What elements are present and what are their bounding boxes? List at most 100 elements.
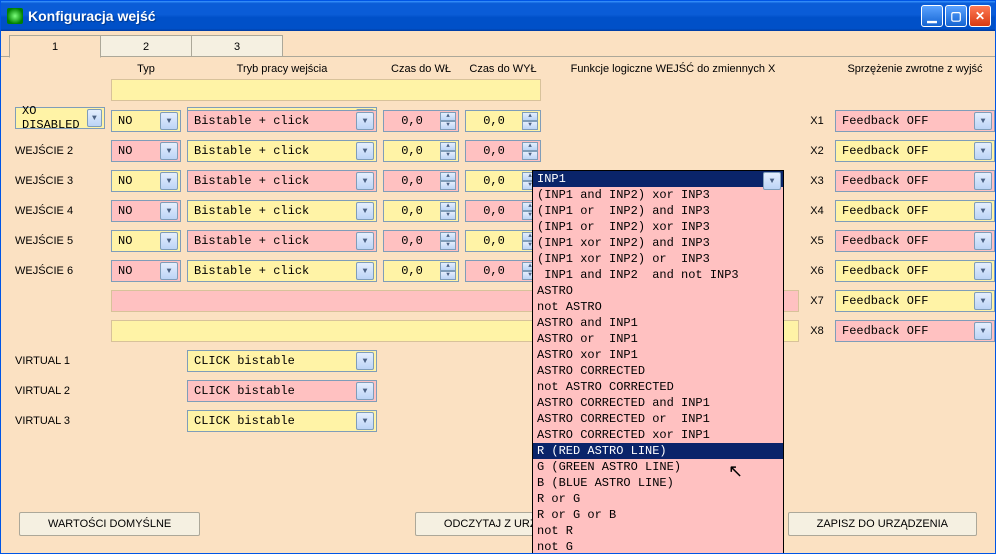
spin-down-icon[interactable]: ▼ [522, 121, 538, 130]
spin-down-icon[interactable]: ▼ [440, 211, 456, 220]
input-row: WEJŚCIE 5 NO ▼ Bistable + click ▼ 0,0 ▲▼… [15, 229, 985, 253]
func-dropdown-open[interactable]: INP1 ▼ (INP1 and INP2) xor INP3(INP1 or … [532, 170, 784, 554]
dropdown-option[interactable]: (INP1 xor INP2) and INP3 [533, 235, 783, 251]
spin-up-icon[interactable]: ▲ [522, 112, 538, 121]
spin-down-icon[interactable]: ▼ [522, 151, 538, 160]
tryb-select[interactable]: Bistable + click ▼ [187, 260, 377, 282]
tab-3[interactable]: 3 [191, 35, 283, 57]
spin-down-icon[interactable]: ▼ [440, 241, 456, 250]
czas-wyl-spin[interactable]: 0,0 ▲▼ [465, 170, 541, 192]
dropdown-option[interactable]: ASTRO CORRECTED or INP1 [533, 411, 783, 427]
typ-select[interactable]: NO ▼ [111, 170, 181, 192]
spin-up-icon[interactable]: ▲ [440, 112, 456, 121]
dropdown-option[interactable]: ASTRO CORRECTED [533, 363, 783, 379]
minimize-button[interactable]: ▁ [921, 5, 943, 27]
dropdown-option[interactable]: ASTRO xor INP1 [533, 347, 783, 363]
typ-select[interactable]: NO ▼ [111, 110, 181, 132]
spin-down-icon[interactable]: ▼ [440, 181, 456, 190]
spin-up-icon[interactable]: ▲ [440, 172, 456, 181]
dropdown-option[interactable]: ASTRO and INP1 [533, 315, 783, 331]
tryb-select[interactable]: Bistable + click ▼ [187, 140, 377, 162]
chevron-down-icon: ▼ [160, 142, 178, 160]
header-tryb: Tryb pracy wejścia [187, 63, 377, 75]
feedback-select[interactable]: Feedback OFF ▼ [835, 170, 995, 192]
dropdown-option[interactable]: ASTRO CORRECTED xor INP1 [533, 427, 783, 443]
dropdown-option[interactable]: not R [533, 523, 783, 539]
czas-wl-spin[interactable]: 0,0 ▲▼ [383, 200, 459, 222]
feedback-select[interactable]: Feedback OFF ▼ [835, 110, 995, 132]
input-label: WEJŚCIE 3 [15, 175, 105, 187]
spin-down-icon[interactable]: ▼ [440, 271, 456, 280]
dropdown-option[interactable]: R (RED ASTRO LINE) [533, 443, 783, 459]
feedback-select[interactable]: Feedback OFF ▼ [835, 260, 995, 282]
dropdown-option[interactable]: (INP1 xor INP2) or INP3 [533, 251, 783, 267]
x8-label: X8 [805, 325, 829, 337]
virtual-tryb-select[interactable]: CLICK bistable ▼ [187, 350, 377, 372]
dropdown-option[interactable]: not G [533, 539, 783, 554]
feedback-select[interactable]: Feedback OFF ▼ [835, 140, 995, 162]
row-x0: XO DISABLED ▼ X0 Feedback OFF ▼ [15, 79, 985, 103]
typ-select[interactable]: NO ▼ [111, 140, 181, 162]
virtual-tryb-select[interactable]: CLICK bistable ▼ [187, 380, 377, 402]
tab-1[interactable]: 1 [9, 35, 101, 58]
spin-up-icon[interactable]: ▲ [440, 262, 456, 271]
virtual-tryb-select[interactable]: CLICK bistable ▼ [187, 410, 377, 432]
x-label: X2 [805, 145, 829, 157]
func-select-x0[interactable]: XO DISABLED ▼ [15, 107, 105, 129]
czas-wl-spin[interactable]: 0,0 ▲▼ [383, 140, 459, 162]
czas-wyl-spin[interactable]: 0,0 ▲▼ [465, 230, 541, 252]
spin-up-icon[interactable]: ▲ [440, 142, 456, 151]
chevron-down-icon: ▼ [974, 202, 992, 220]
spin-up-icon[interactable]: ▲ [522, 142, 538, 151]
czas-wl-spin[interactable]: 0,0 ▲▼ [383, 110, 459, 132]
dropdown-option[interactable]: R or G [533, 491, 783, 507]
typ-select[interactable]: NO ▼ [111, 260, 181, 282]
typ-select[interactable]: NO ▼ [111, 200, 181, 222]
tryb-select[interactable]: Bistable + click ▼ [187, 230, 377, 252]
czas-wl-spin[interactable]: 0,0 ▲▼ [383, 230, 459, 252]
feedback-select[interactable]: Feedback OFF ▼ [835, 230, 995, 252]
app-icon [7, 8, 23, 24]
tryb-select[interactable]: Bistable + click ▼ [187, 170, 377, 192]
czas-wyl-spin[interactable]: 0,0 ▲▼ [465, 140, 541, 162]
tab-2[interactable]: 2 [100, 35, 192, 57]
feedback-select-x7[interactable]: Feedback OFF ▼ [835, 290, 995, 312]
dropdown-selected[interactable]: INP1 ▼ [533, 171, 783, 187]
chevron-down-icon: ▼ [356, 202, 374, 220]
write-button[interactable]: ZAPISZ DO URZĄDZENIA [788, 512, 977, 536]
dropdown-option[interactable]: (INP1 or INP2) and INP3 [533, 203, 783, 219]
spin-down-icon[interactable]: ▼ [440, 121, 456, 130]
defaults-button[interactable]: WARTOŚCI DOMYŚLNE [19, 512, 200, 536]
dropdown-option[interactable]: ASTRO [533, 283, 783, 299]
chevron-down-icon: ▼ [974, 262, 992, 280]
tryb-select[interactable]: Bistable + click ▼ [187, 200, 377, 222]
dropdown-option[interactable]: (INP1 and INP2) xor INP3 [533, 187, 783, 203]
top-bar [111, 79, 541, 101]
dropdown-option[interactable]: not ASTRO CORRECTED [533, 379, 783, 395]
spin-down-icon[interactable]: ▼ [440, 151, 456, 160]
feedback-select-x8[interactable]: Feedback OFF ▼ [835, 320, 995, 342]
chevron-down-icon: ▼ [160, 172, 178, 190]
czas-wl-spin[interactable]: 0,0 ▲▼ [383, 260, 459, 282]
dropdown-option[interactable]: ASTRO CORRECTED and INP1 [533, 395, 783, 411]
dropdown-option[interactable]: R or G or B [533, 507, 783, 523]
maximize-button[interactable]: ▢ [945, 5, 967, 27]
czas-wyl-spin[interactable]: 0,0 ▲▼ [465, 200, 541, 222]
chevron-down-icon: ▼ [356, 412, 374, 430]
czas-wyl-spin[interactable]: 0,0 ▲▼ [465, 110, 541, 132]
dropdown-option[interactable]: not ASTRO [533, 299, 783, 315]
header-funkcje: Funkcje logiczne WEJŚĆ do zmiennych X [547, 63, 799, 75]
czas-wyl-spin[interactable]: 0,0 ▲▼ [465, 260, 541, 282]
dropdown-option[interactable]: INP1 and INP2 and not INP3 [533, 267, 783, 283]
close-button[interactable]: ✕ [969, 5, 991, 27]
tryb-select[interactable]: Bistable + click ▼ [187, 110, 377, 132]
dropdown-option[interactable]: B (BLUE ASTRO LINE) [533, 475, 783, 491]
dropdown-option[interactable]: G (GREEN ASTRO LINE) [533, 459, 783, 475]
spin-up-icon[interactable]: ▲ [440, 202, 456, 211]
dropdown-option[interactable]: (INP1 or INP2) xor INP3 [533, 219, 783, 235]
typ-select[interactable]: NO ▼ [111, 230, 181, 252]
dropdown-option[interactable]: ASTRO or INP1 [533, 331, 783, 347]
spin-up-icon[interactable]: ▲ [440, 232, 456, 241]
feedback-select[interactable]: Feedback OFF ▼ [835, 200, 995, 222]
czas-wl-spin[interactable]: 0,0 ▲▼ [383, 170, 459, 192]
